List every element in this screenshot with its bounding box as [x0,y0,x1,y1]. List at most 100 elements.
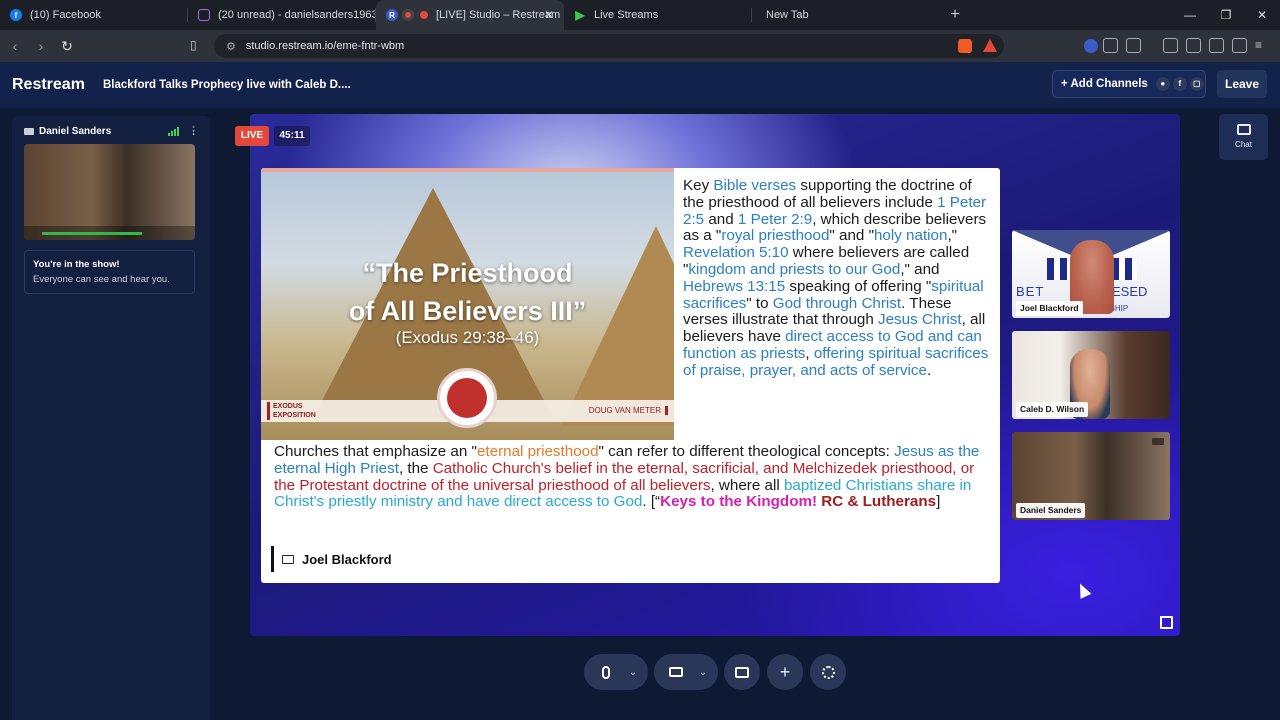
camera-icon [24,128,34,135]
youtube-icon: ● [1155,77,1170,91]
share-screen-icon [735,666,749,678]
tab-label: (10) Facebook [30,9,101,21]
leo-ai-icon[interactable] [1209,38,1224,53]
guest-name: Caleb D. Wilson [1016,402,1089,417]
new-tab-button[interactable]: + [940,6,970,24]
facebook-icon: f [10,9,22,21]
wallet-icon[interactable] [1186,38,1201,53]
shared-screen-slide: “The Priesthood of All Believers III” (E… [261,168,1000,583]
chat-icon [1236,124,1251,135]
guest-tile[interactable]: Caleb D. Wilson [1012,331,1170,419]
site-settings-icon[interactable]: ⚙ [226,40,236,53]
extension-icon[interactable] [1084,39,1098,53]
reload-icon[interactable]: ↻ [56,38,78,55]
sermon-title: “The Priesthood of All Believers III” [261,254,674,330]
tab-mail[interactable]: (20 unread) - danielsanders1963@ya [188,0,376,30]
microphone-button[interactable] [589,665,623,679]
series-label-line-2: EXPOSITION [273,412,316,419]
restream-icon: R [386,9,398,21]
show-status-subtitle: Everyone can see and hear you. [33,274,170,285]
guest-name: Daniel Sanders [1016,503,1086,518]
facebook-icon: f [1172,77,1187,91]
microphone-icon [602,665,610,679]
series-label-line-1: EXODUS [273,403,303,410]
minimize-icon[interactable] [1152,438,1164,445]
tab-live-streams[interactable]: ▶ Live Streams [564,0,752,30]
slide-bottom-text: Churches that emphasize an "eternal prie… [274,443,980,511]
plus-icon: + [779,661,791,682]
stream-title[interactable]: Blackford Talks Prophecy live with Caleb… [103,79,351,91]
more-options-icon[interactable]: ⋮ [188,124,199,137]
tab-label: (20 unread) - danielsanders1963@ya [218,9,376,21]
live-badge: LIVE [235,126,269,146]
church-logo-text: ESED [1112,284,1148,299]
browser-nav-bar: ‹ › ↻ ▯ ⚙ studio.restream.io/eme-fntr-wb… [0,30,1280,62]
address-bar[interactable]: ⚙ studio.restream.io/eme-fntr-wbm [214,34,1004,58]
camera-source: Daniel Sanders [24,126,111,137]
bookmark-icon[interactable]: ▯ [190,38,197,52]
chevron-down-icon[interactable]: ⌄ [623,667,643,678]
app-header: Restream Blackford Talks Prophecy live w… [0,62,1280,108]
extensions-icon[interactable] [1103,38,1118,53]
browser-toolbar-icons: ≡ [1103,38,1270,53]
brave-shield-icon[interactable] [958,39,972,53]
chevron-down-icon[interactable]: ⌄ [693,667,713,678]
live-dot-icon [420,11,428,19]
screenshot-icon[interactable] [1126,38,1141,53]
share-screen-button[interactable] [724,654,760,690]
tab-new[interactable]: New Tab [752,0,940,30]
microphone-control: ⌄ [584,654,648,690]
restore-window-icon[interactable]: ❐ [1208,0,1244,30]
fullscreen-icon[interactable] [1160,616,1173,629]
guest-tile[interactable]: BET ESED WSHIP Joel Blackford [1012,230,1170,318]
channel-icons: ● f ▢ [1155,77,1204,91]
chat-button[interactable]: Chat [1219,114,1268,160]
preacher-label: DOUG VAN METER [589,406,668,415]
audio-level-meter [24,226,195,240]
vpn-icon[interactable] [1232,38,1247,53]
window-controls: — ❐ ✕ [1172,0,1280,30]
brave-rewards-icon[interactable] [983,39,997,52]
tab-label: Live Streams [594,9,659,21]
tab-restream-studio[interactable]: R [LIVE] Studio – Restream ✕ [376,0,564,30]
leave-button[interactable]: Leave [1217,70,1267,98]
tab-label: [LIVE] Studio – Restream [436,9,561,21]
screen-share-icon [282,554,294,564]
url-text: studio.restream.io/eme-fntr-wbm [245,40,405,52]
tab-facebook[interactable]: f (10) Facebook [0,0,188,30]
sidebar-icon[interactable] [1163,38,1178,53]
minimize-window-icon[interactable]: — [1172,0,1208,30]
forward-icon[interactable]: › [30,38,52,54]
camera-button[interactable] [659,667,693,677]
close-tab-icon[interactable]: ✕ [544,8,554,22]
left-panel: Daniel Sanders ⋮ You're in the show! Eve… [12,116,210,720]
close-window-icon[interactable]: ✕ [1244,0,1280,30]
sermon-title-line-1: “The Priesthood [362,258,573,288]
sermon-title-graphic: “The Priesthood of All Believers III” (E… [261,168,674,440]
chat-label: Chat [1235,140,1252,149]
guest-tile[interactable]: Daniel Sanders [1012,432,1170,520]
show-status-title: You're in the show! [33,259,120,270]
add-button[interactable]: + [767,654,803,690]
church-logo-text: BET [1016,284,1045,299]
mail-icon [198,9,210,21]
browser-tab-bar: f (10) Facebook (20 unread) - danielsand… [0,0,1280,30]
camera-icon [669,667,683,677]
slide-side-text: Key Bible verses supporting the doctrine… [683,177,989,379]
add-channels-button[interactable]: + Add Channels ● f ▢ [1052,70,1206,98]
tab-label: New Tab [766,9,809,21]
camera-name: Daniel Sanders [39,126,112,137]
series-label: EXODUS EXPOSITION [267,402,316,420]
play-icon: ▶ [575,8,585,22]
show-status-box: You're in the show! Everyone can see and… [24,250,195,294]
presenter-name: Joel Blackford [302,551,392,567]
stream-timer: 45:11 [274,126,310,146]
sermon-subtitle: (Exodus 29:38–46) [395,328,540,347]
menu-icon[interactable]: ≡ [1255,38,1270,53]
restream-logo[interactable]: Restream [12,76,85,94]
church-seal-logo [437,368,497,428]
record-icon [402,9,414,21]
camera-preview[interactable] [24,144,195,240]
settings-button[interactable] [810,654,846,690]
back-icon[interactable]: ‹ [4,38,26,54]
